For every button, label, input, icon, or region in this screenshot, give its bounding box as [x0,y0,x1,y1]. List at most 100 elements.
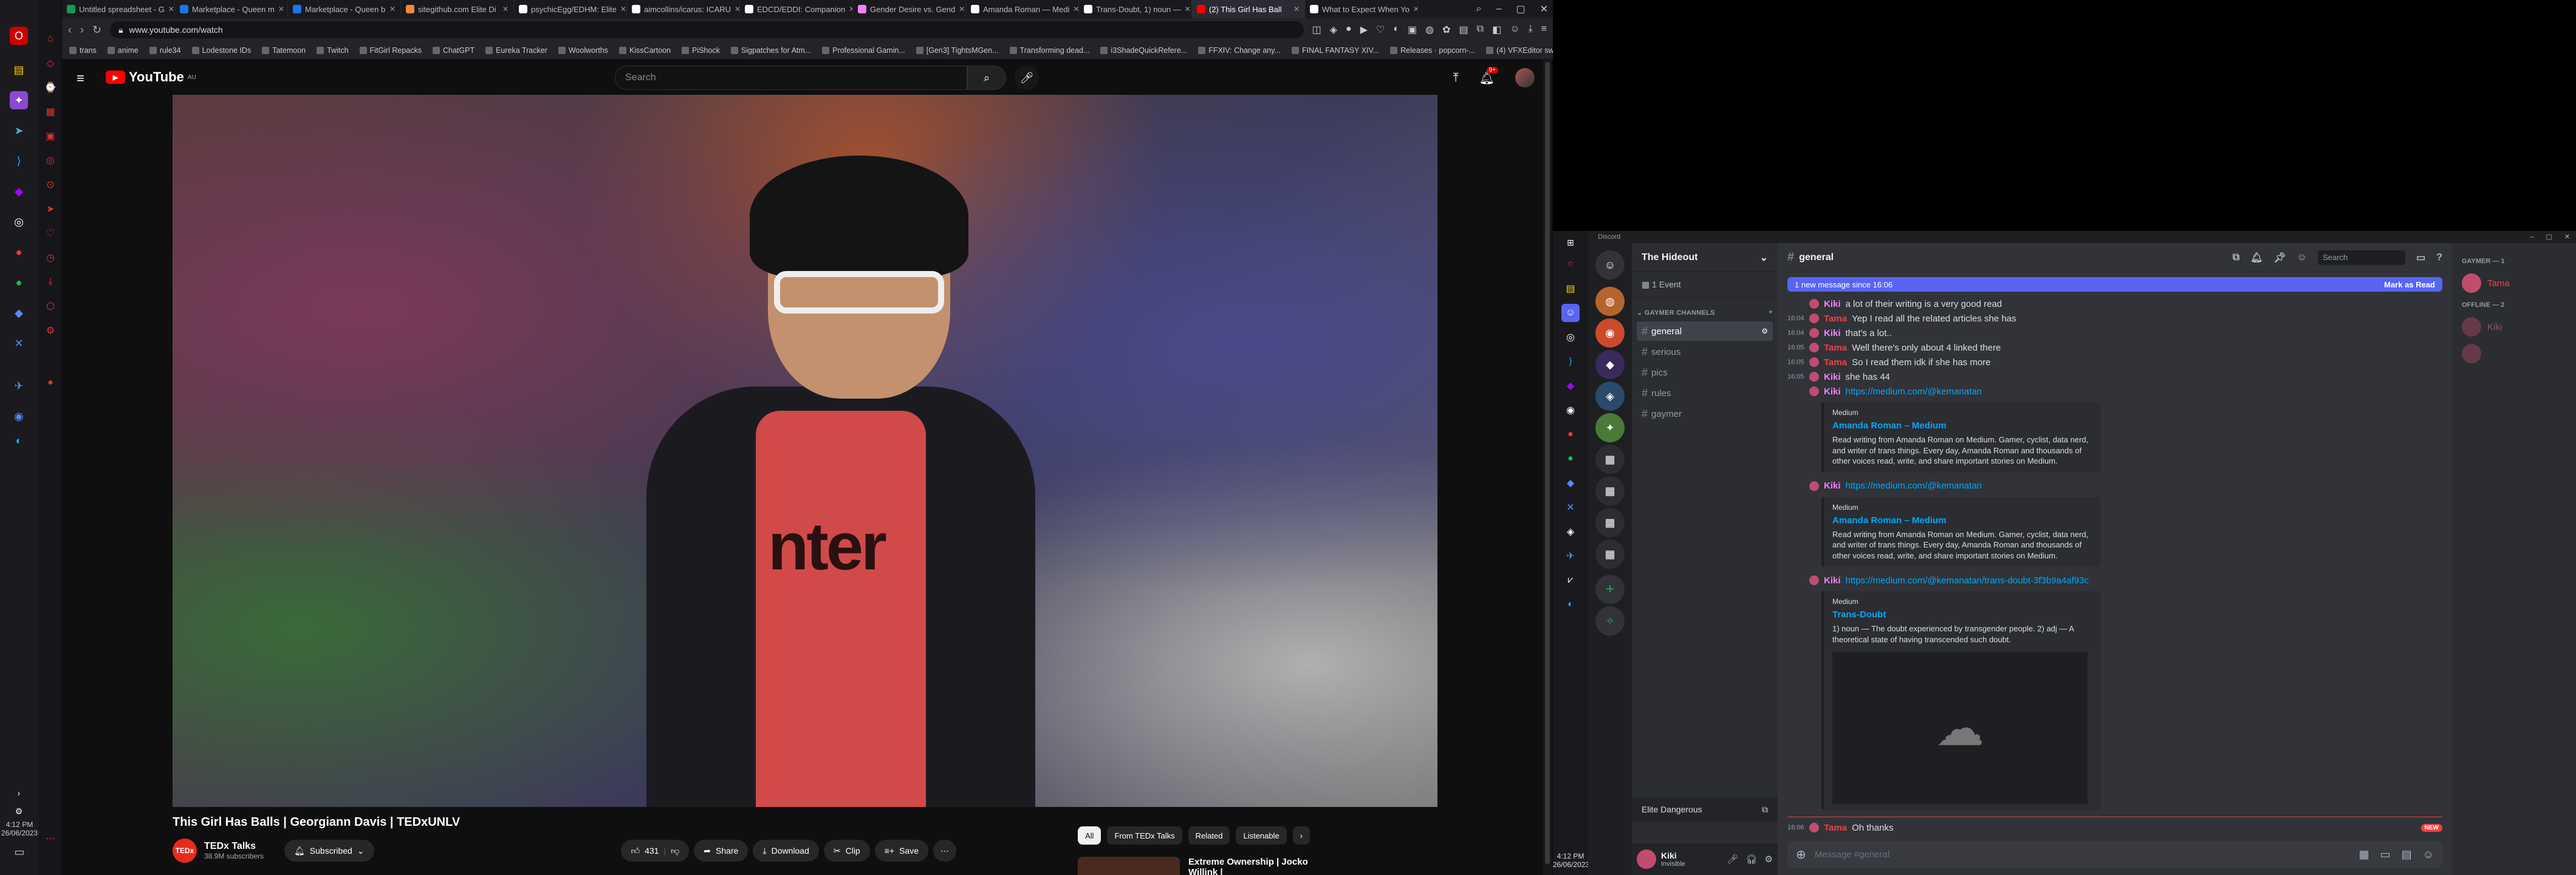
bookmark-item[interactable]: FitGirl Repacks [359,46,422,55]
new-messages-bar[interactable]: 1 new message since 16:06 Mark as Read [1787,277,2442,292]
tab-close-icon[interactable]: ✕ [849,5,852,13]
steam-taskbar-icon[interactable]: ◎ [1561,328,1580,346]
message-avatar[interactable] [1809,823,1819,832]
vscode-icon[interactable]: ⟩ [10,152,28,170]
browser-tab[interactable]: Amanda Roman — Medi ✕ [966,0,1079,18]
filter-chip[interactable]: Listenable [1236,826,1287,845]
channel-item[interactable]: # pics [1637,363,1773,382]
message-link[interactable]: https://medium.com/@kemanatan [1846,386,1982,397]
browser-tab[interactable]: sitegithub.com Elite Di ✕ [401,0,514,18]
inbox-icon[interactable]: ▭ [2416,252,2425,264]
voice-search-button[interactable]: 🎤︎ [1015,66,1039,90]
bookmark-item[interactable]: anime [107,46,139,55]
history-icon[interactable]: ⌚ [44,81,57,94]
more-icon[interactable]: ⋯ [44,832,57,845]
embed-title[interactable]: Trans-Doubt [1832,609,2092,620]
bookmark-item[interactable]: Professional Gamin... [822,46,905,55]
server-icon-2[interactable]: ◉ [1595,318,1625,348]
add-channel-icon[interactable]: + [1769,309,1773,316]
message-author[interactable]: Tama [1824,314,1847,324]
profile-icon[interactable]: ☺ [1510,24,1519,36]
scrollbar-thumb[interactable] [1545,62,1550,864]
vscode-taskbar-icon[interactable]: ⟩ [1561,352,1580,371]
sticker-icon[interactable]: ▤ [2402,848,2412,861]
channel-avatar[interactable]: TEDx [173,839,197,863]
clip-button[interactable]: ✂ Clip [823,840,870,862]
gif-icon[interactable]: ▭ [2380,848,2391,861]
download-button[interactable]: ⤓ Download [753,840,819,862]
message-author[interactable]: Kiki [1824,386,1841,397]
close-icon[interactable]: ✕ [1540,3,1548,15]
channel-category[interactable]: ⌄ GAYMER CHANNELS + [1632,298,1778,320]
opera-logo-icon[interactable]: O [10,27,28,45]
server-folder-3[interactable]: ▦ [1595,508,1625,537]
help-icon[interactable]: ? [2436,252,2442,263]
messenger-icon[interactable]: ✦ [10,91,28,109]
tab-close-icon[interactable]: ✕ [1413,5,1417,13]
threads-icon[interactable]: ⧉ [2233,252,2239,263]
mark-as-read-button[interactable]: Mark as Read [2384,280,2435,289]
embed-title[interactable]: Amanda Roman – Medium [1832,420,2092,431]
browser-tab[interactable]: Trans-Doubt, 1) noun — ✕ [1079,0,1192,18]
message-author[interactable]: Tama [1824,343,1847,353]
channel-name[interactable]: TEDx Talks [204,841,277,852]
bookmark-item[interactable]: FFXIV: Change any... [1198,46,1281,55]
heart-icon[interactable]: ♡ [44,227,57,239]
workspace-icon[interactable]: ▣ [44,130,57,142]
settings-gear-icon[interactable]: ⚙ [1765,854,1773,865]
bookmark-item[interactable]: Sigpatches for Atm... [730,46,811,55]
browser-tab[interactable]: psychicEgg/EDHM: Elite ✕ [514,0,627,18]
message-avatar[interactable] [1809,299,1819,309]
bookmark-item[interactable]: Eureka Tracker [485,46,547,55]
heart-outline-icon[interactable]: ♡ [1376,24,1385,36]
bookmark-item[interactable]: i3ShadeQuickRefere... [1100,46,1187,55]
tab-close-icon[interactable]: ✕ [959,5,965,13]
recommended-title[interactable]: Extreme Ownership | Jocko Willink | [1188,857,1322,875]
message-author[interactable]: Tama [1824,823,1847,833]
discord-taskbar-icon[interactable]: ☺ [1561,304,1580,322]
browser-tab[interactable]: (2) This Girl Has Ball ✕ [1192,0,1305,18]
speed-dial-icon[interactable]: ▤ [10,61,28,79]
browser-tab[interactable]: Marketplace - Queen m ✕ [175,0,288,18]
server-header[interactable]: The Hideout ⌄ [1632,243,1778,272]
gift-icon[interactable]: ✿ [1442,24,1450,36]
bookmark-item[interactable]: [Gen3] TightsMGen... [916,46,999,55]
add-attachment-icon[interactable]: ⊕ [1796,847,1806,862]
search-tabs-icon[interactable]: ⌕ [1476,4,1482,15]
tab-close-icon[interactable]: ✕ [620,5,626,13]
box-icon[interactable]: ▤ [1459,24,1468,36]
edge-icon[interactable]: ◐ [10,431,28,450]
app-icon[interactable]: ◆ [10,304,28,322]
message-avatar[interactable] [1809,343,1819,352]
player-icon[interactable]: ◎ [44,154,57,166]
obs-taskbar-icon[interactable]: ◉ [1561,401,1580,419]
bookmark-item[interactable]: KissCartoon [618,46,671,55]
bookmark-item[interactable]: Transforming dead... [1009,46,1089,55]
pinterest-icon[interactable]: ● [10,243,28,261]
message-author[interactable]: Kiki [1824,481,1841,491]
more-actions-button[interactable]: ⋯ [933,840,956,862]
snapshot-icon[interactable]: ▦ [44,106,57,118]
search-button[interactable]: ⌕ [967,66,1006,90]
app-icon-4[interactable]: ◉ [10,407,28,425]
bookmark-item[interactable]: rule34 [149,46,181,55]
tab-close-icon[interactable]: ✕ [502,5,509,13]
spotify-icon[interactable]: ● [10,273,28,292]
server-icon-5[interactable]: ✦ [1595,413,1625,442]
gift-icon[interactable]: ▦ [2359,848,2369,861]
events-link[interactable]: ▦ 1 Event [1632,272,1778,298]
server-folder-1[interactable]: ▦ [1595,445,1625,474]
bookmark-icon[interactable]: ◇ [44,57,57,69]
browser-tab[interactable]: Marketplace - Queen b ✕ [288,0,401,18]
member-item[interactable]: Tama [2457,270,2571,297]
spotify-taskbar-icon[interactable]: ● [1561,450,1580,468]
server-icon-1[interactable]: ◍ [1595,287,1625,316]
play-icon[interactable]: ▶ [1360,24,1368,36]
clock-icon[interactable]: ◷ [44,252,57,264]
tab-close-icon[interactable]: ✕ [1185,5,1191,13]
channel-item[interactable]: # gaymer [1637,404,1773,424]
app-taskbar-icon-6[interactable]: ⩗ [1561,571,1580,589]
flow-icon[interactable]: ➤ [44,203,57,215]
download-icon[interactable]: ⤓ [44,276,57,288]
back-icon[interactable]: ‹ [68,24,72,36]
